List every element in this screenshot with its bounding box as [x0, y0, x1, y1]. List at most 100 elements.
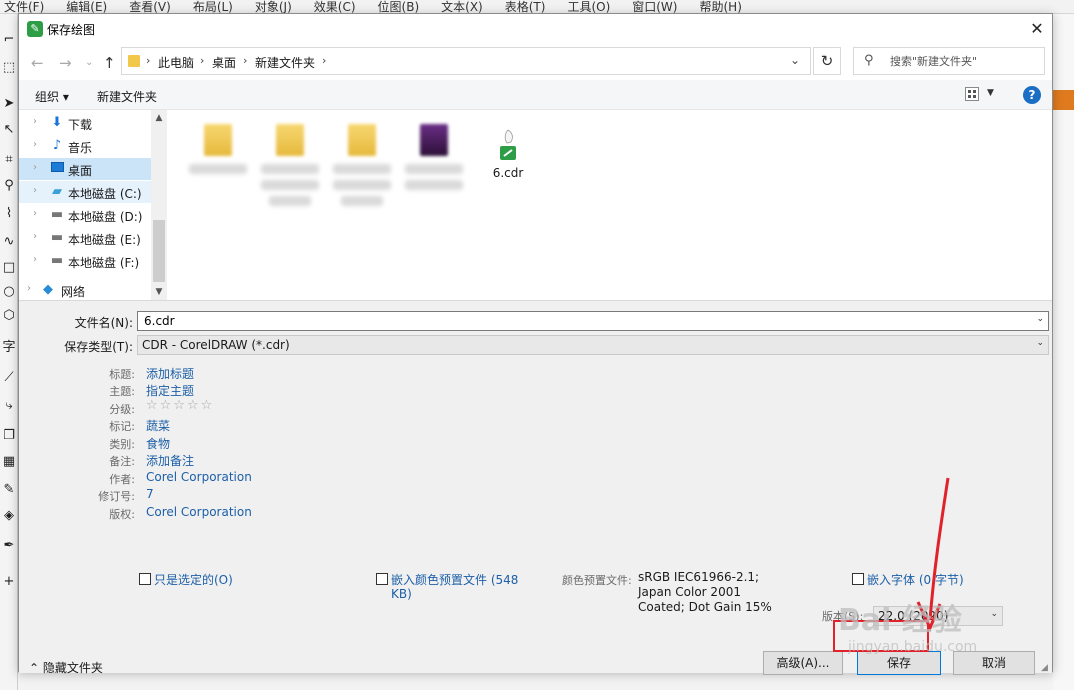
shape-tool-icon[interactable]: ↖	[1, 122, 17, 138]
search-input[interactable]	[888, 52, 1038, 70]
chevron-right-icon[interactable]: ›	[33, 162, 37, 173]
view-dropdown-icon[interactable]: ▼	[987, 88, 994, 98]
nav-item-music[interactable]: › ♪ 音乐	[19, 135, 151, 157]
eyedropper-icon[interactable]: ✎	[1, 482, 17, 498]
filetype-select[interactable]: CDR - CorelDRAW (*.cdr) ⌄	[137, 335, 1049, 355]
nav-item-drive-d[interactable]: › ▬ 本地磁盘 (D:)	[19, 204, 151, 226]
filename-combo[interactable]: ⌄	[137, 311, 1049, 331]
nav-item-desktop[interactable]: › 桌面	[19, 158, 151, 180]
file-item-6-cdr[interactable]: 6.cdr	[473, 120, 543, 240]
address-dropdown-icon[interactable]: ⌄	[790, 53, 800, 67]
meta-notes-value[interactable]: 添加备注	[146, 452, 194, 469]
chevron-right-icon[interactable]: ›	[33, 116, 37, 127]
recent-dropdown-icon[interactable]: ⌄	[85, 57, 93, 68]
meta-subject-value[interactable]: 指定主题	[146, 382, 194, 399]
advanced-button[interactable]: 高级(A)...	[763, 651, 843, 675]
meta-title-value[interactable]: 添加标题	[146, 365, 194, 382]
selected-only-label[interactable]: 只是选定的(O)	[154, 571, 233, 588]
chevron-right-icon[interactable]: ›	[146, 54, 150, 67]
chevron-right-icon[interactable]: ›	[33, 231, 37, 242]
text-tool-icon[interactable]: 字	[1, 340, 17, 356]
artistic-media-icon[interactable]: ∿	[1, 234, 17, 250]
new-folder-button[interactable]: 新建文件夹	[97, 88, 157, 105]
menu-file[interactable]: 文件(F)	[4, 0, 44, 13]
breadcrumb-new-folder[interactable]: 新建文件夹	[255, 54, 315, 71]
chevron-right-icon[interactable]: ›	[200, 54, 204, 67]
pick-tool-icon[interactable]: ➤	[1, 96, 17, 112]
hide-folders-toggle[interactable]: ⌃ 隐藏文件夹	[29, 659, 103, 676]
menu-edit[interactable]: 编辑(E)	[66, 0, 107, 13]
embed-profile-label[interactable]: 嵌入颜色预置文件 (548	[391, 571, 518, 588]
up-arrow-icon[interactable]: ↑	[103, 54, 116, 72]
selected-only-checkbox[interactable]	[139, 573, 151, 585]
embed-profile-size[interactable]: KB)	[391, 587, 412, 601]
breadcrumb-desktop[interactable]: 桌面	[212, 54, 236, 71]
drop-shadow-icon[interactable]: ❐	[1, 428, 17, 444]
menu-view[interactable]: 查看(V)	[129, 0, 171, 13]
chevron-right-icon[interactable]: ›	[33, 254, 37, 265]
file-item-blurred[interactable]	[327, 120, 397, 240]
close-button[interactable]: ✕	[1022, 17, 1052, 41]
menu-layout[interactable]: 布局(L)	[193, 0, 233, 13]
dimension-tool-icon[interactable]: ⟋	[1, 370, 17, 386]
chevron-right-icon[interactable]: ›	[322, 54, 326, 67]
back-arrow-icon[interactable]: ←	[31, 54, 44, 72]
resize-grip-icon[interactable]: ◢	[1041, 663, 1048, 673]
file-item-blurred[interactable]	[183, 120, 253, 240]
chevron-right-icon[interactable]: ›	[243, 54, 247, 67]
nav-item-drive-e[interactable]: › ▬ 本地磁盘 (E:)	[19, 227, 151, 249]
chevron-right-icon[interactable]: ›	[27, 283, 31, 294]
refresh-button[interactable]: ↻	[813, 47, 841, 75]
meta-category-value[interactable]: 食物	[146, 435, 170, 452]
fill-tool-icon[interactable]: ◈	[1, 508, 17, 524]
organize-button[interactable]: 组织 ▾	[35, 88, 69, 105]
chevron-down-icon[interactable]: ⌄	[990, 609, 998, 619]
chevron-right-icon[interactable]: ›	[33, 139, 37, 150]
nav-item-downloads[interactable]: › ⬇ 下载	[19, 112, 151, 134]
cancel-button[interactable]: 取消	[953, 651, 1035, 675]
embed-profile-checkbox[interactable]	[376, 573, 388, 585]
nav-item-drive-f[interactable]: › ▬ 本地磁盘 (F:)	[19, 250, 151, 272]
dotted-select-icon[interactable]: ⬚	[1, 60, 17, 76]
address-bar[interactable]: › 此电脑 › 桌面 › 新建文件夹 › ⌄	[121, 47, 811, 75]
scroll-thumb[interactable]	[153, 220, 165, 282]
menu-help[interactable]: 帮助(H)	[699, 0, 741, 13]
search-box[interactable]: ⚲	[853, 47, 1045, 75]
save-button[interactable]: 保存	[857, 651, 941, 675]
crop-icon[interactable]: ⌗	[1, 152, 17, 168]
connector-tool-icon[interactable]: ⤷	[1, 398, 17, 414]
meta-author-value[interactable]: Corel Corporation	[146, 470, 252, 484]
rectangle-tool-icon[interactable]: □	[1, 260, 17, 276]
embed-fonts-checkbox[interactable]	[852, 573, 864, 585]
scroll-up-icon[interactable]: ▲	[151, 110, 167, 126]
freehand-tool-icon[interactable]: ⌇	[1, 206, 17, 222]
nav-item-network[interactable]: › ◆ 网络	[19, 279, 151, 300]
breadcrumb-this-pc[interactable]: 此电脑	[158, 54, 194, 71]
view-options-icon[interactable]	[965, 87, 979, 101]
chevron-down-icon[interactable]: ⌄	[1036, 338, 1044, 348]
crop-tool-icon[interactable]: ⌐	[1, 32, 17, 48]
filename-input[interactable]	[142, 313, 1022, 329]
meta-tags-value[interactable]: 蔬菜	[146, 417, 170, 434]
transparency-icon[interactable]: ▦	[1, 454, 17, 470]
menu-effects[interactable]: 效果(C)	[314, 0, 356, 13]
meta-revision-value[interactable]: 7	[146, 487, 154, 501]
menu-table[interactable]: 表格(T)	[505, 0, 546, 13]
forward-arrow-icon[interactable]: →	[59, 54, 72, 72]
scroll-down-icon[interactable]: ▼	[151, 284, 167, 300]
chevron-right-icon[interactable]: ›	[33, 208, 37, 219]
zoom-tool-icon[interactable]: ⚲	[1, 178, 17, 194]
polygon-tool-icon[interactable]: ⬡	[1, 308, 17, 324]
nav-item-drive-c[interactable]: › ▰ 本地磁盘 (C:)	[19, 181, 151, 203]
rating-stars[interactable]: ☆☆☆☆☆	[146, 398, 214, 413]
file-item-blurred[interactable]	[255, 120, 325, 240]
menu-text[interactable]: 文本(X)	[441, 0, 483, 13]
nav-scrollbar[interactable]: ▲ ▼	[151, 110, 167, 300]
file-item-blurred[interactable]	[399, 120, 469, 240]
menu-window[interactable]: 窗口(W)	[632, 0, 677, 13]
pen-tool-icon[interactable]: ✒	[1, 538, 17, 554]
chevron-right-icon[interactable]: ›	[33, 185, 37, 196]
ellipse-tool-icon[interactable]: ○	[1, 284, 17, 300]
menu-bitmaps[interactable]: 位图(B)	[378, 0, 420, 13]
help-icon[interactable]: ?	[1023, 86, 1041, 104]
